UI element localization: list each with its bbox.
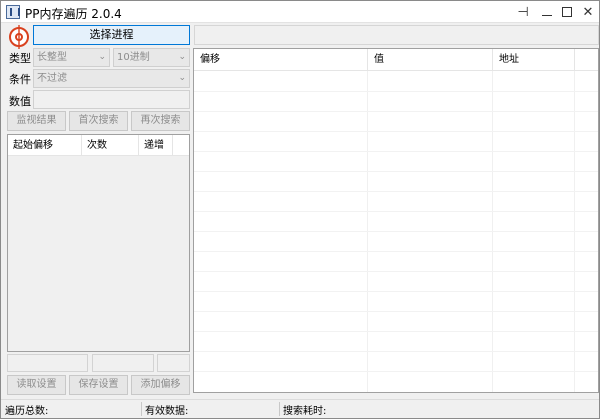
increment-field[interactable]	[157, 354, 190, 372]
condition-label: 条件	[9, 73, 31, 86]
grid-row-line	[194, 151, 598, 152]
condition-select-value: 不过滤	[37, 73, 67, 84]
column-header-offset[interactable]: 偏移	[194, 49, 368, 71]
chevron-down-icon: ⌄	[98, 52, 106, 62]
chevron-down-icon: ⌄	[178, 73, 186, 83]
type-select[interactable]: 长整型 ⌄	[33, 48, 110, 67]
column-header-value[interactable]: 值	[368, 49, 493, 71]
status-separator	[279, 402, 280, 416]
grid-column-line	[492, 71, 493, 392]
minimize-button[interactable]	[538, 3, 556, 21]
app-window: PP内存遍历 2.0.4 ⊣ ✕ 选择进程 类型 长整型 ⌄ 10进制 ⌄ 条件…	[0, 0, 600, 419]
pin-icon[interactable]: ⊣	[514, 3, 532, 21]
title-bar: PP内存遍历 2.0.4 ⊣ ✕	[1, 1, 599, 23]
type-label: 类型	[9, 52, 31, 65]
value-label: 数值	[9, 95, 31, 108]
column-header-increment[interactable]: 递增	[139, 135, 173, 156]
status-total-label: 遍历总数:	[5, 406, 49, 417]
process-field[interactable]	[194, 25, 599, 45]
status-separator	[141, 402, 142, 416]
grid-row-line	[194, 171, 598, 172]
grid-row-line	[194, 91, 598, 92]
type-select-value: 长整型	[37, 52, 67, 63]
status-bar: 遍历总数: 有效数据: 搜索耗时:	[1, 399, 599, 418]
value-input[interactable]	[33, 90, 190, 109]
grid-row-line	[194, 231, 598, 232]
add-offset-button[interactable]: 添加偏移	[131, 375, 190, 395]
results-table-header: 偏移 值 地址	[194, 49, 598, 71]
grid-row-line	[194, 271, 598, 272]
status-time-label: 搜索耗时:	[283, 406, 327, 417]
column-header-count[interactable]: 次数	[82, 135, 139, 156]
select-process-button[interactable]: 选择进程	[33, 25, 190, 45]
save-settings-button[interactable]: 保存设置	[69, 375, 128, 395]
grid-row-line	[194, 371, 598, 372]
grid-row-line	[194, 211, 598, 212]
offset-list-header: 起始偏移 次数 递增	[8, 135, 189, 156]
offset-field[interactable]	[7, 354, 88, 372]
base-select[interactable]: 10进制 ⌄	[113, 48, 190, 67]
base-select-value: 10进制	[117, 52, 150, 63]
grid-row-line	[194, 311, 598, 312]
column-header-start-offset[interactable]: 起始偏移	[8, 135, 82, 156]
column-header-address[interactable]: 地址	[493, 49, 575, 71]
results-table[interactable]: 偏移 值 地址	[193, 48, 599, 393]
count-field[interactable]	[92, 354, 154, 372]
grid-column-line	[574, 71, 575, 392]
condition-select[interactable]: 不过滤 ⌄	[33, 69, 190, 88]
window-title: PP内存遍历 2.0.4	[25, 7, 122, 21]
close-button[interactable]: ✕	[579, 3, 597, 21]
next-search-button[interactable]: 再次搜索	[131, 111, 190, 131]
grid-row-line	[194, 111, 598, 112]
first-search-button[interactable]: 首次搜索	[69, 111, 128, 131]
target-crosshair-icon[interactable]	[9, 25, 29, 49]
offset-list[interactable]: 起始偏移 次数 递增	[7, 134, 190, 352]
status-valid-label: 有效数据:	[145, 406, 189, 417]
grid-row-line	[194, 351, 598, 352]
read-settings-button[interactable]: 读取设置	[7, 375, 66, 395]
grid-row-line	[194, 291, 598, 292]
grid-row-line	[194, 251, 598, 252]
grid-row-line	[194, 191, 598, 192]
maximize-button[interactable]	[558, 3, 576, 21]
grid-row-line	[194, 331, 598, 332]
monitor-results-button[interactable]: 监视结果	[7, 111, 66, 131]
app-logo-icon	[6, 5, 20, 19]
grid-row-line	[194, 131, 598, 132]
chevron-down-icon: ⌄	[178, 52, 186, 62]
grid-column-line	[367, 71, 368, 392]
